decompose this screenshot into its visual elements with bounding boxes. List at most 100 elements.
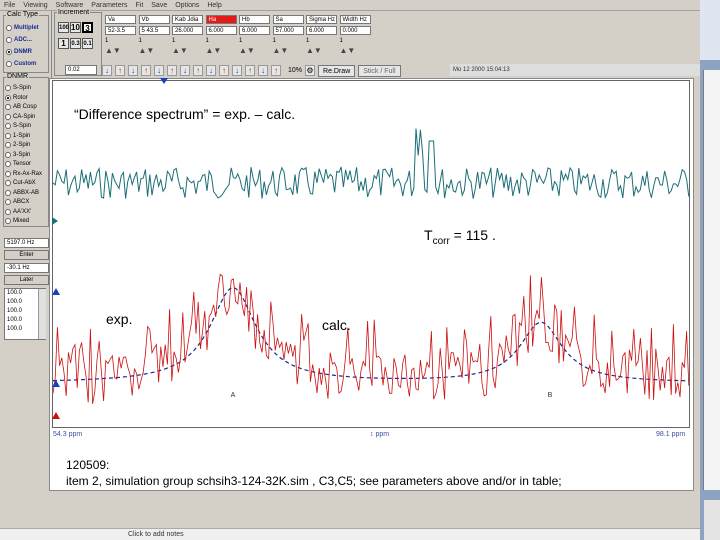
parameter-value-field[interactable]: 26.000 xyxy=(172,26,203,35)
stick-full-button[interactable]: Stick / Full xyxy=(358,64,401,77)
dnmr-title: DNMR xyxy=(6,73,29,80)
parameter-sub: 1 xyxy=(339,38,343,44)
ppm-right-label: 98.1 ppm xyxy=(656,431,686,438)
dnmr-option[interactable]: S-Spin xyxy=(5,122,42,130)
enter-button[interactable]: Enter xyxy=(4,250,49,260)
shift-up-5-button[interactable]: ↑ xyxy=(219,65,229,76)
menu-item-1[interactable]: Viewing xyxy=(23,2,47,9)
menu-item-3[interactable]: Parameters xyxy=(91,2,127,9)
dnmr-option[interactable]: Tensor xyxy=(5,160,42,168)
dnmr-option-label: ABCX xyxy=(13,199,30,205)
parameter-column: Ha 6.000 1 ▲▼ xyxy=(205,15,237,67)
shift-down-5-button[interactable]: ↓ xyxy=(232,65,242,76)
shift-down-2-button[interactable]: ↓ xyxy=(154,65,164,76)
calc-type-option[interactable]: DNMR xyxy=(6,48,39,56)
increment-button[interactable]: 100 xyxy=(58,22,69,33)
increment-button[interactable]: 10 xyxy=(70,22,81,33)
menu-item-5[interactable]: Save xyxy=(151,2,167,9)
background-window-2 xyxy=(703,70,720,490)
increment-button[interactable]: 0.1 xyxy=(82,38,93,49)
menu-item-2[interactable]: Software xyxy=(56,2,84,9)
parameter-value-field[interactable]: 52-3.5 xyxy=(105,26,136,35)
dnmr-option[interactable]: Rotor xyxy=(5,94,42,102)
tcorr-label: Tcorr = 115 . xyxy=(424,227,496,247)
parameter-value-field[interactable]: 57.000 xyxy=(272,26,304,35)
shift-down-3-button[interactable]: ↓ xyxy=(180,65,190,76)
calc-type-option[interactable]: ADC... xyxy=(6,36,39,44)
dnmr-option[interactable]: ABCX xyxy=(5,198,42,206)
parameter-value-field[interactable]: 6.000 xyxy=(205,26,237,35)
dnmr-option[interactable]: AA'XX' xyxy=(5,208,42,216)
dnmr-option[interactable]: 2-Spin xyxy=(5,141,42,149)
calc-offset-handle-icon[interactable] xyxy=(52,288,60,295)
dnmr-option[interactable]: Mixed xyxy=(5,217,42,225)
increment-button[interactable]: 1 xyxy=(58,38,69,49)
redraw-button[interactable]: Re.Draw xyxy=(318,64,356,77)
dnmr-option-label: AA'XX' xyxy=(13,208,32,215)
spectrum-plot[interactable]: AB xyxy=(52,80,690,428)
increment-button[interactable]: 0.3 xyxy=(70,38,81,49)
dnmr-option[interactable]: 3-Spin xyxy=(5,151,42,159)
exp-label: exp. xyxy=(106,311,133,327)
dnmr-option[interactable]: CA-Spin xyxy=(5,113,42,121)
menu-item-6[interactable]: Options xyxy=(175,2,199,9)
shift-up-3-button[interactable]: ↑ xyxy=(167,65,177,76)
dnmr-option[interactable]: S-Spin xyxy=(5,84,42,92)
shift-up-7-button[interactable]: ↑ xyxy=(271,65,281,76)
value-list-scrollbar[interactable] xyxy=(38,289,46,339)
dnmr-option-label: ABBX-AB xyxy=(13,189,40,196)
menu-item-4[interactable]: Fit xyxy=(135,2,143,9)
calc-type-option[interactable]: Custom xyxy=(6,60,39,68)
frequency-field[interactable]: 5197.0 Hz xyxy=(4,238,49,248)
peak-marker-marker_b[interactable]: B xyxy=(548,392,553,399)
parameter-stepper[interactable]: ▲▼ xyxy=(105,46,136,55)
dnmr-option[interactable]: 1-Spin xyxy=(5,132,42,140)
parameter-sub: 1 xyxy=(239,38,243,44)
parameter-column: Sa 57.000 1 ▲▼ xyxy=(272,15,304,67)
shift-left-button[interactable]: ↓ xyxy=(102,65,112,76)
shift-up-button[interactable]: ↑ xyxy=(115,65,125,76)
exp-offset-handle-icon[interactable] xyxy=(52,380,60,387)
parameter-value-field[interactable]: 6.000 xyxy=(306,26,337,35)
parameter-stepper[interactable]: ▲▼ xyxy=(306,46,337,55)
gear-icon[interactable]: ⚙ xyxy=(305,65,316,76)
later-button[interactable]: Later xyxy=(4,275,49,285)
shift-down-4-button[interactable]: ↓ xyxy=(206,65,216,76)
ppm-mid-text: ppm xyxy=(375,431,390,438)
dnmr-option[interactable]: AB Cosp xyxy=(5,103,42,111)
increment-button[interactable]: 3 xyxy=(82,22,93,33)
parameter-value-field[interactable]: 6.000 xyxy=(239,26,270,35)
dnmr-option[interactable]: Rx-Ax-Rax xyxy=(5,170,42,178)
parameter-stepper[interactable]: ▲▼ xyxy=(139,46,170,55)
baseline-handle-icon[interactable] xyxy=(52,412,60,419)
cursor-marker-icon[interactable] xyxy=(160,78,168,84)
exp-trace xyxy=(53,273,690,404)
calc-type-option[interactable]: Multiplet xyxy=(6,24,39,32)
dnmr-option[interactable]: ABBX-AB xyxy=(5,189,42,197)
difference-offset-handle-icon[interactable] xyxy=(52,217,58,225)
parameter-stepper[interactable]: ▲▼ xyxy=(273,46,304,55)
shift-up-4-button[interactable]: ↑ xyxy=(193,65,203,76)
parameter-value-field[interactable]: 0.000 xyxy=(339,26,371,35)
shift-up-6-button[interactable]: ↑ xyxy=(245,65,255,76)
dnmr-option-label: 1-Spin xyxy=(13,132,31,139)
increment-group: Increment 100 10 3 1 0.3 0.1 0.02 xyxy=(54,9,102,76)
shift-up-2-button[interactable]: ↑ xyxy=(141,65,151,76)
menu-item-7[interactable]: Help xyxy=(207,2,221,9)
dnmr-option[interactable]: Cut-AbX xyxy=(5,179,42,187)
parameter-stepper[interactable]: ▲▼ xyxy=(340,46,371,55)
datetime-display: Mo 12 2000 15:04:13 xyxy=(450,64,700,76)
dnmr-option-label: S-Spin xyxy=(13,85,32,91)
dnmr-option-label: CA-Spin xyxy=(13,113,36,120)
peak-marker-marker_a[interactable]: A xyxy=(231,392,236,399)
tcorr-subscript: corr xyxy=(432,235,450,247)
shift-down-button[interactable]: ↓ xyxy=(128,65,138,76)
shift-down-6-button[interactable]: ↓ xyxy=(258,65,268,76)
increment-value-field[interactable]: 0.02 xyxy=(65,65,97,75)
parameter-stepper[interactable]: ▲▼ xyxy=(239,46,270,55)
hz-field[interactable]: -30.1 Hz xyxy=(4,263,49,273)
parameter-value-field[interactable]: 5 43.5 xyxy=(138,26,170,35)
menu-item-0[interactable]: File xyxy=(4,2,15,9)
parameter-stepper[interactable]: ▲▼ xyxy=(206,46,237,55)
parameter-stepper[interactable]: ▲▼ xyxy=(172,46,203,55)
